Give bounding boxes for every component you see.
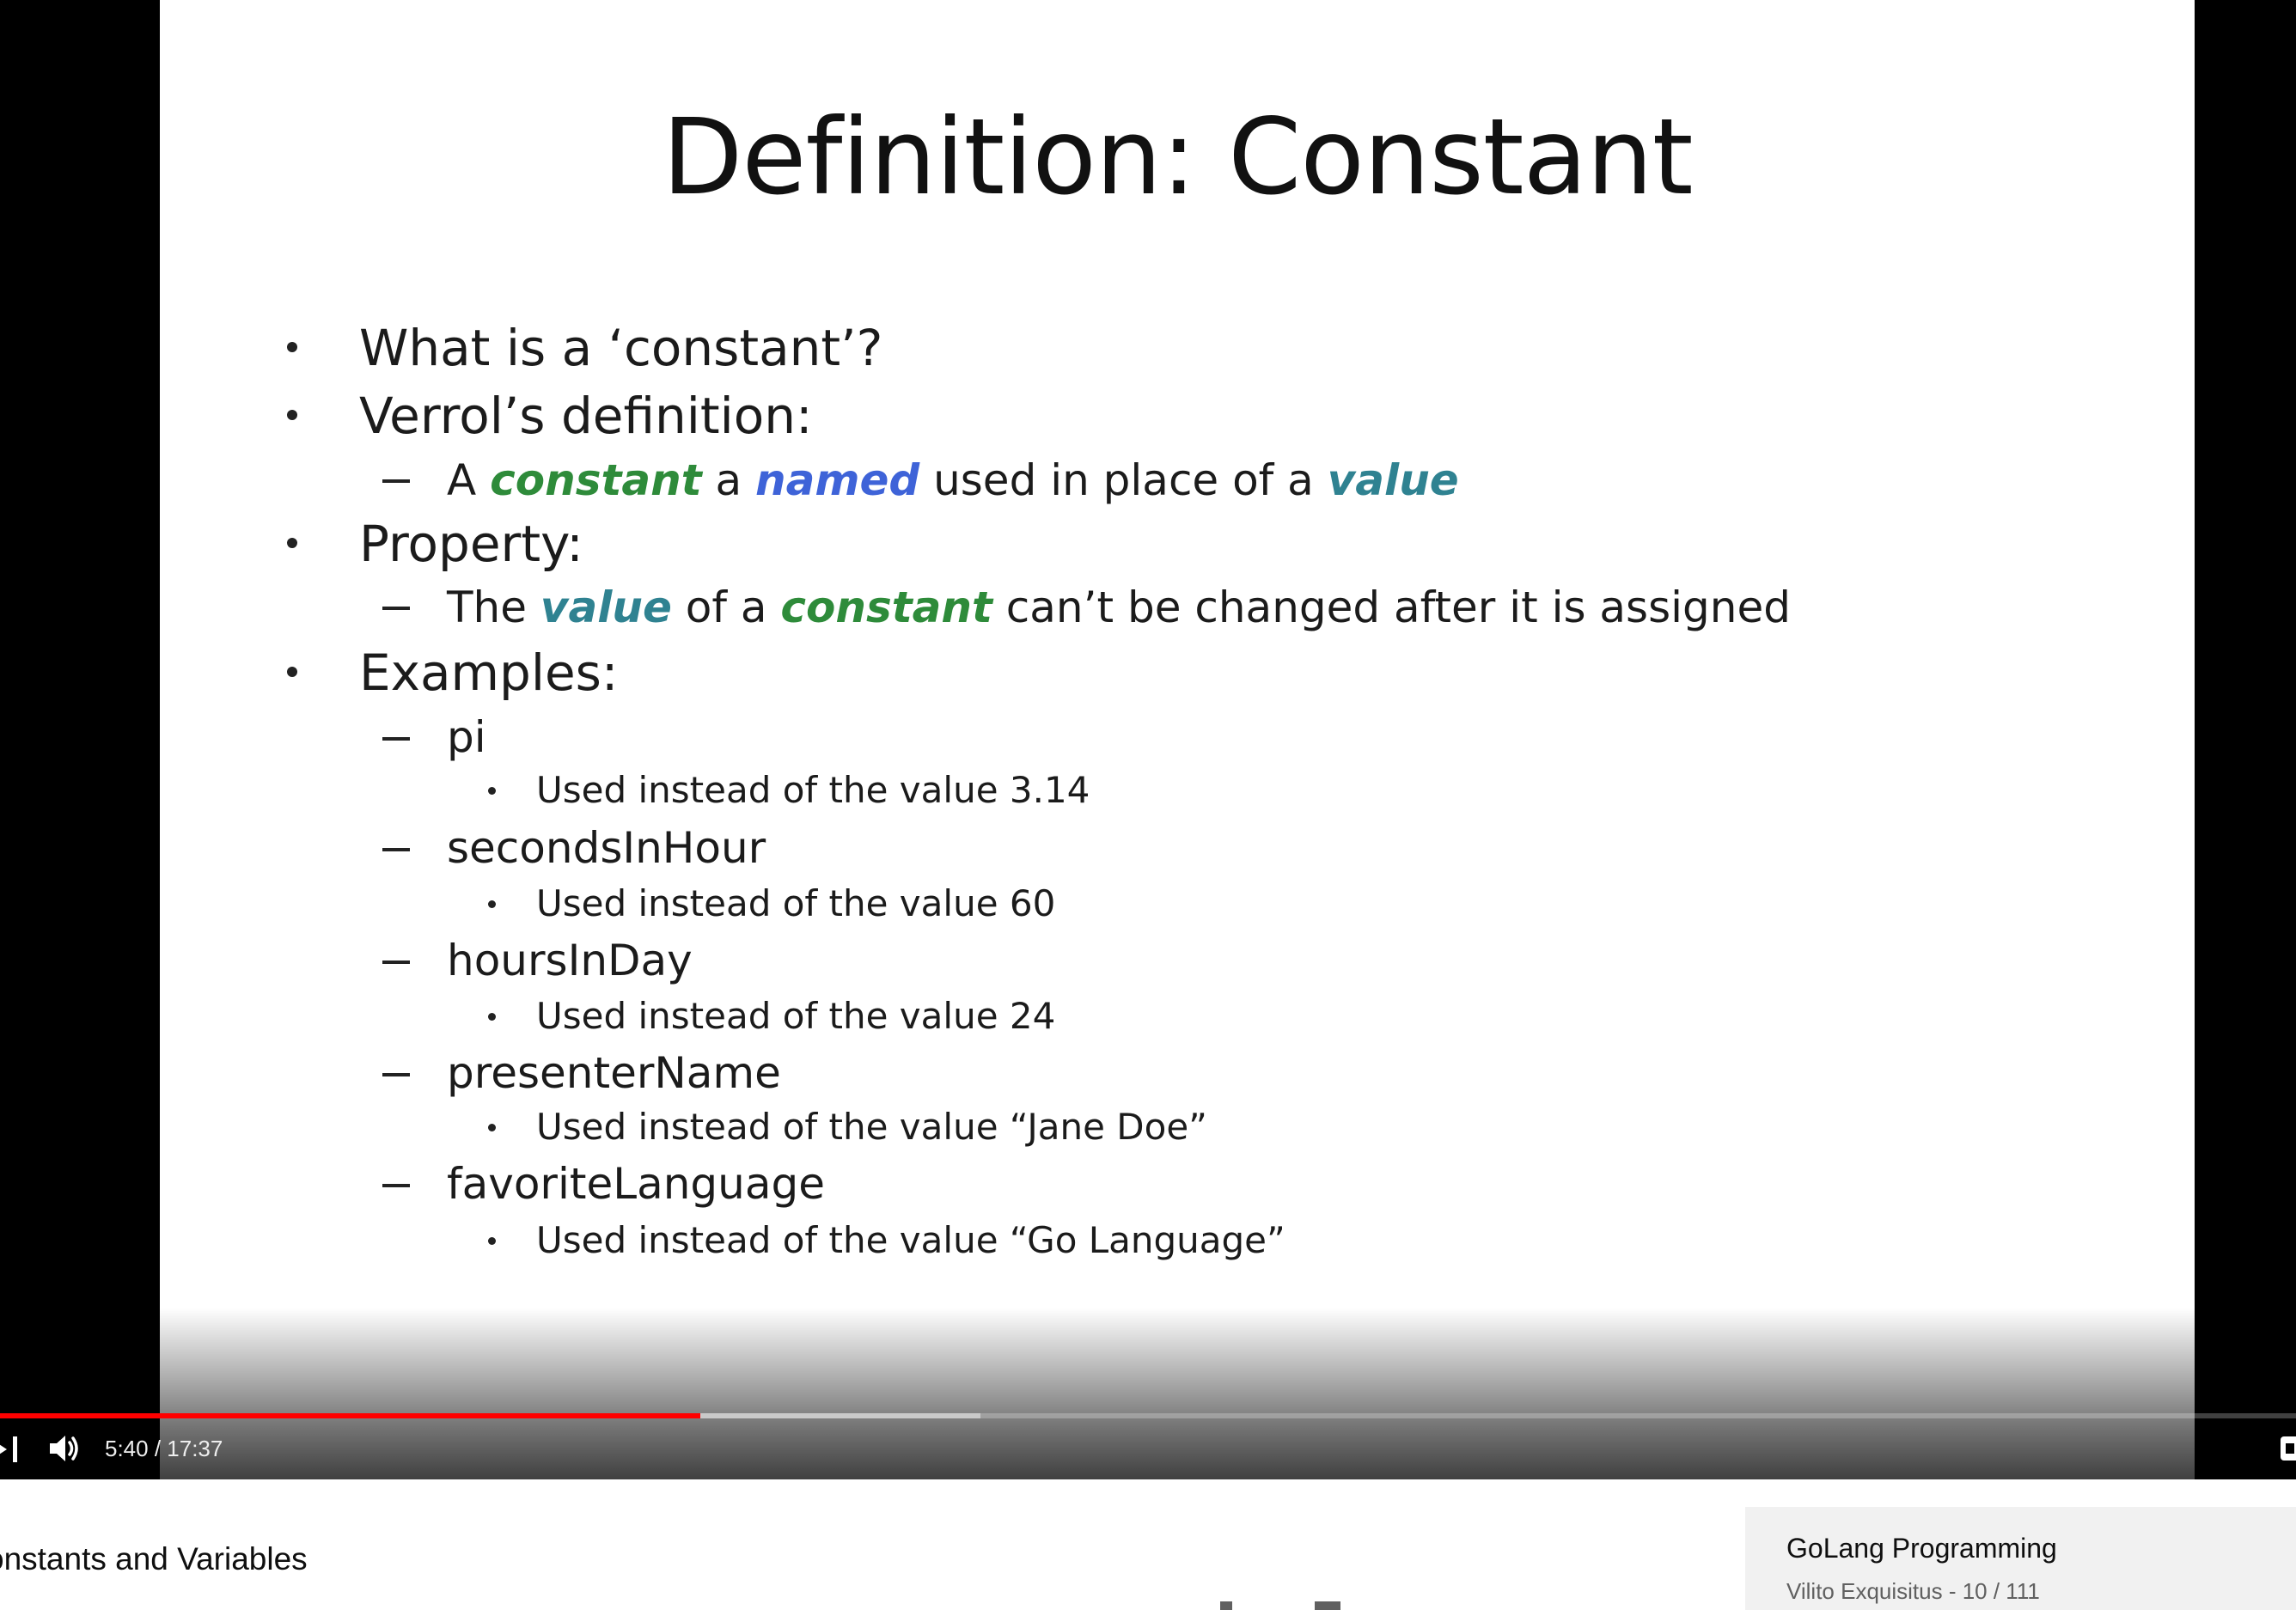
dash-icon bbox=[382, 1184, 410, 1187]
dislike-icon[interactable] bbox=[1315, 1601, 1340, 1610]
text-span: A bbox=[447, 455, 491, 505]
bullet-icon bbox=[287, 342, 297, 352]
text-span: of a bbox=[671, 582, 781, 632]
example-desc: Used instead of the value 3.14 bbox=[536, 769, 1090, 811]
slide-bullet-examples: Examples: bbox=[359, 643, 619, 702]
keyword-value: value bbox=[1327, 455, 1459, 505]
playlist-subtitle: Vilito Exquisitus - 10 / 111 bbox=[1786, 1578, 2040, 1604]
slide-bullet-definition: Verrol’s definition: bbox=[359, 387, 813, 445]
like-icon[interactable] bbox=[1220, 1601, 1232, 1610]
dash-icon bbox=[382, 479, 410, 483]
slide-bullet-property: Property: bbox=[359, 515, 583, 573]
skip-next-bar bbox=[13, 1436, 17, 1462]
volume-icon[interactable] bbox=[45, 1430, 82, 1467]
progress-bar[interactable] bbox=[0, 1413, 2296, 1418]
text-span: The bbox=[447, 582, 540, 632]
example-name: hoursInDay bbox=[447, 936, 693, 985]
bullet-icon bbox=[488, 1124, 496, 1131]
slide-property-line: The value of a constant can’t be changed… bbox=[447, 581, 1791, 634]
keyword-constant: constant bbox=[780, 582, 992, 632]
action-icons-partial bbox=[1212, 1598, 1375, 1610]
keyword-value: value bbox=[540, 582, 672, 632]
example-desc: Used instead of the value “Jane Doe” bbox=[536, 1106, 1207, 1148]
example-name: pi bbox=[447, 712, 486, 762]
bullet-icon bbox=[488, 787, 496, 795]
slide-body: What is a ‘constant’? Verrol’s definitio… bbox=[160, 0, 2195, 1479]
page: Definition: Constant What is a ‘constant… bbox=[0, 0, 2296, 1610]
time-readout: 5:40 / 17:37 bbox=[105, 1436, 223, 1461]
video-title: onstants and Variables bbox=[0, 1541, 308, 1576]
skip-next-icon[interactable] bbox=[0, 1433, 19, 1466]
example-desc: Used instead of the value 60 bbox=[536, 882, 1056, 924]
example-name: presenterName bbox=[447, 1048, 781, 1098]
bullet-icon bbox=[488, 900, 496, 908]
video-player[interactable]: Definition: Constant What is a ‘constant… bbox=[0, 0, 2296, 1479]
subtitles-glyph bbox=[2286, 1443, 2294, 1454]
text-span: a bbox=[701, 455, 756, 505]
skip-next-triangle bbox=[0, 1438, 7, 1461]
progress-played bbox=[0, 1413, 700, 1418]
example-desc: Used instead of the value “Go Language” bbox=[536, 1219, 1285, 1261]
bullet-icon bbox=[488, 1013, 496, 1021]
example-name: secondsInHour bbox=[447, 823, 766, 873]
keyword-constant: constant bbox=[490, 455, 702, 505]
dash-icon bbox=[382, 961, 410, 964]
dash-icon bbox=[382, 848, 410, 851]
keyword-named: named bbox=[755, 455, 920, 505]
slide-bullet-question: What is a ‘constant’? bbox=[359, 319, 883, 377]
playlist-panel[interactable]: GoLang Programming Vilito Exquisitus - 1… bbox=[1745, 1507, 2296, 1610]
dash-icon bbox=[382, 607, 410, 610]
volume-glyph bbox=[50, 1436, 78, 1461]
subtitles-icon[interactable] bbox=[2281, 1436, 2296, 1461]
bullet-icon bbox=[287, 538, 297, 548]
bullet-icon bbox=[287, 410, 297, 420]
video-slide: Definition: Constant What is a ‘constant… bbox=[160, 0, 2195, 1479]
dash-icon bbox=[382, 1073, 410, 1076]
controls-overlay bbox=[0, 1308, 2296, 1479]
text-span: can’t be changed after it is assigned bbox=[992, 582, 1791, 632]
dash-icon bbox=[382, 737, 410, 741]
playlist-title[interactable]: GoLang Programming bbox=[1786, 1531, 2057, 1565]
bullet-icon bbox=[488, 1237, 496, 1245]
bullet-icon bbox=[287, 667, 297, 677]
example-name: favoriteLanguage bbox=[447, 1159, 825, 1209]
slide-definition-line: A constant a named used in place of a va… bbox=[447, 454, 1459, 507]
text-span: used in place of a bbox=[919, 455, 1328, 505]
example-desc: Used instead of the value 24 bbox=[536, 995, 1056, 1037]
